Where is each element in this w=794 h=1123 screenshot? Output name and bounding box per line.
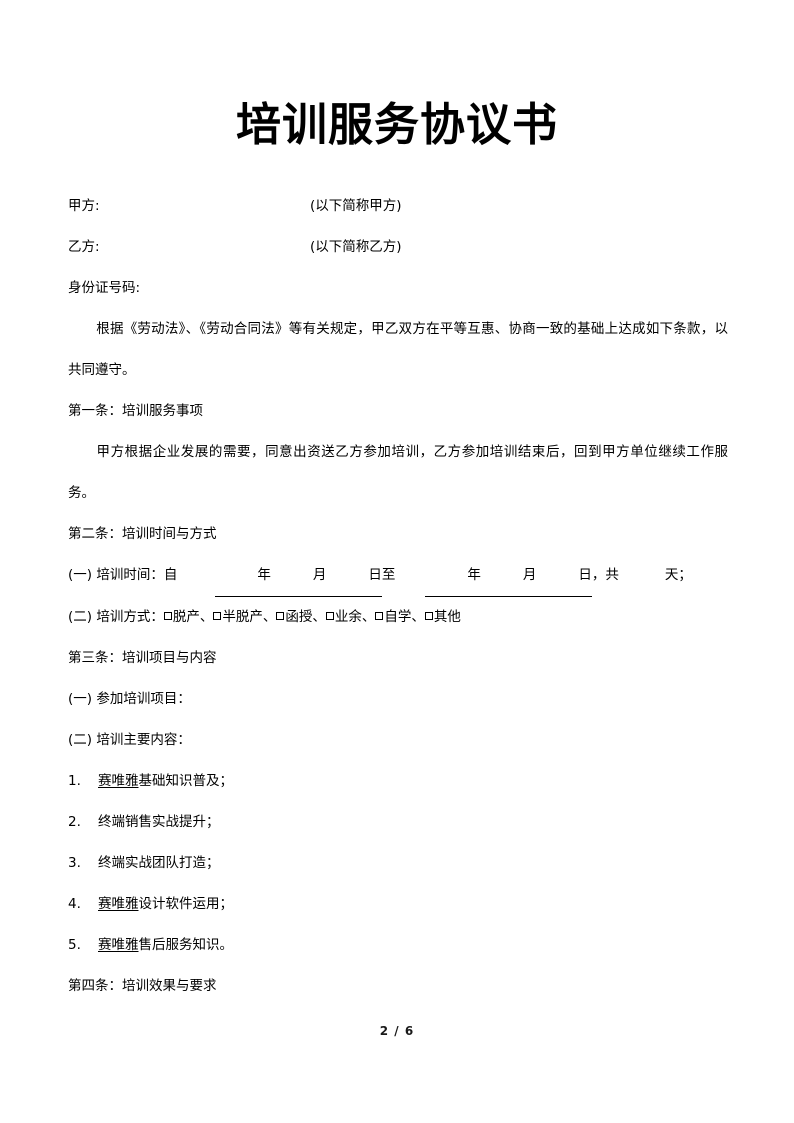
training-end-date-blank[interactable]: 年月日 bbox=[425, 555, 592, 597]
list-item-number: 1. bbox=[68, 773, 81, 789]
training-method-label: 脱产 bbox=[172, 609, 200, 625]
training-method-label: 半脱产 bbox=[222, 609, 263, 625]
list-item-number: 3. bbox=[68, 855, 81, 871]
list-item-number: 4. bbox=[68, 896, 81, 912]
period-to-label: 至 bbox=[381, 567, 396, 583]
training-method-options: 脱产、 半脱产、 函授、 业余、 自学、 其他 bbox=[163, 609, 461, 625]
checkbox-6[interactable] bbox=[424, 612, 433, 620]
preamble-paragraph: 根据《劳动法》、《劳动合同法》等有关规定，甲乙双方在平等互惠、协商一致的基础上达… bbox=[68, 309, 728, 391]
training-period-prefix: (一) 培训时间：自 bbox=[68, 567, 178, 583]
party-a-label: 甲方: bbox=[68, 198, 100, 214]
clause-1-heading: 第一条：培训服务事项 bbox=[68, 403, 203, 419]
checkbox-5[interactable] bbox=[375, 612, 384, 620]
document-page: 培训服务协议书 甲方: (以下简称甲方) 乙方: (以下简称乙方) 身份证号码:… bbox=[0, 0, 794, 1123]
training-period-row: (一) 培训时间：自年月日至年月日，共 天； bbox=[68, 555, 728, 597]
checkbox-3[interactable] bbox=[276, 612, 285, 620]
list-item-brand: 赛唯雅 bbox=[98, 896, 139, 912]
party-b-note: (以下简称乙方) bbox=[310, 239, 402, 255]
page-title: 培训服务协议书 bbox=[235, 98, 558, 151]
separator: 、 bbox=[312, 609, 326, 625]
list-item-brand: 赛唯雅 bbox=[98, 773, 139, 789]
separator: 、 bbox=[411, 609, 425, 625]
training-content-list: 1. 赛唯雅基础知识普及； 2. 终端销售实战提升； 3. 终端实战团队打造； 4. 赛唯雅设… bbox=[68, 761, 728, 966]
page-number-footer: 2 / 6 bbox=[379, 1024, 415, 1038]
id-number-label: 身份证号码: bbox=[68, 280, 141, 296]
separator: 、 bbox=[361, 609, 376, 625]
checkbox-1[interactable] bbox=[163, 612, 172, 620]
list-item-number: 5. bbox=[68, 937, 81, 953]
training-method-label: 自学 bbox=[384, 609, 412, 625]
list-item: 1. 赛唯雅基础知识普及； bbox=[68, 761, 728, 802]
clause-2-heading: 第二条：培训时间与方式 bbox=[68, 526, 217, 542]
end-day-label: 日 bbox=[578, 567, 592, 583]
list-item: 4. 赛唯雅设计软件运用； bbox=[68, 884, 728, 925]
clause-3-item-2: (二) 培训主要内容： bbox=[68, 732, 191, 748]
clause-1-body: 甲方根据企业发展的需要，同意出资送乙方参加培训，乙方参加培训结束后，回到甲方单位… bbox=[68, 432, 728, 514]
end-month-label: 月 bbox=[522, 567, 537, 583]
training-method-label: 函授 bbox=[285, 609, 313, 625]
training-method-label: 其他 bbox=[433, 609, 461, 625]
list-item: 2. 终端销售实战提升； bbox=[68, 802, 728, 843]
party-b-label: 乙方: bbox=[68, 239, 100, 255]
list-item-brand: 赛唯雅 bbox=[98, 937, 139, 953]
party-a-note: (以下简称甲方) bbox=[310, 198, 402, 214]
list-item: 3. 终端实战团队打造； bbox=[68, 843, 728, 884]
separator: 、 bbox=[262, 609, 277, 625]
list-item-text: 设计软件运用； bbox=[138, 896, 234, 912]
end-year-label: 年 bbox=[467, 567, 481, 583]
list-item-text: 终端销售实战提升； bbox=[98, 814, 220, 830]
total-days-prefix: ，共 bbox=[591, 567, 619, 583]
preamble-text: 根据《劳动法》、《劳动合同法》等有关规定，甲乙双方在平等互惠、协商一致的基础上达… bbox=[68, 321, 728, 378]
days-unit-label: 天； bbox=[664, 567, 692, 583]
list-item-number: 2. bbox=[68, 814, 81, 830]
training-method-label: 业余 bbox=[334, 609, 362, 625]
clause-3-item-1: (一) 参加培训项目： bbox=[68, 691, 191, 707]
separator: 、 bbox=[199, 609, 214, 625]
clause-1-text: 甲方根据企业发展的需要，同意出资送乙方参加培训，乙方参加培训结束后，回到甲方单位… bbox=[68, 444, 728, 501]
list-item-text: 基础知识普及； bbox=[138, 773, 234, 789]
clause-3-heading: 第三条：培训项目与内容 bbox=[68, 650, 217, 666]
start-year-label: 年 bbox=[257, 567, 271, 583]
checkbox-2[interactable] bbox=[213, 612, 222, 620]
clause-4-heading: 第四条：培训效果与要求 bbox=[68, 978, 217, 994]
list-item-text: 终端实战团队打造； bbox=[98, 855, 220, 871]
start-day-label: 日 bbox=[368, 567, 382, 583]
training-method-prefix: (二) 培训方式： bbox=[68, 609, 164, 625]
document-body: 甲方: (以下简称甲方) 乙方: (以下简称乙方) 身份证号码: 根据《劳动法》… bbox=[68, 186, 728, 1007]
list-item: 5. 赛唯雅售后服务知识。 bbox=[68, 925, 728, 966]
training-start-date-blank[interactable]: 年月日 bbox=[215, 555, 382, 597]
checkbox-4[interactable] bbox=[325, 612, 334, 620]
party-a-row: 甲方: (以下简称甲方) bbox=[68, 186, 728, 227]
party-b-row: 乙方: (以下简称乙方) bbox=[68, 227, 728, 268]
list-item-text: 售后服务知识。 bbox=[138, 937, 234, 953]
training-method-row: (二) 培训方式： 脱产、 半脱产、 函授、 业余、 自学、 其他 bbox=[68, 597, 728, 638]
start-month-label: 月 bbox=[312, 567, 327, 583]
